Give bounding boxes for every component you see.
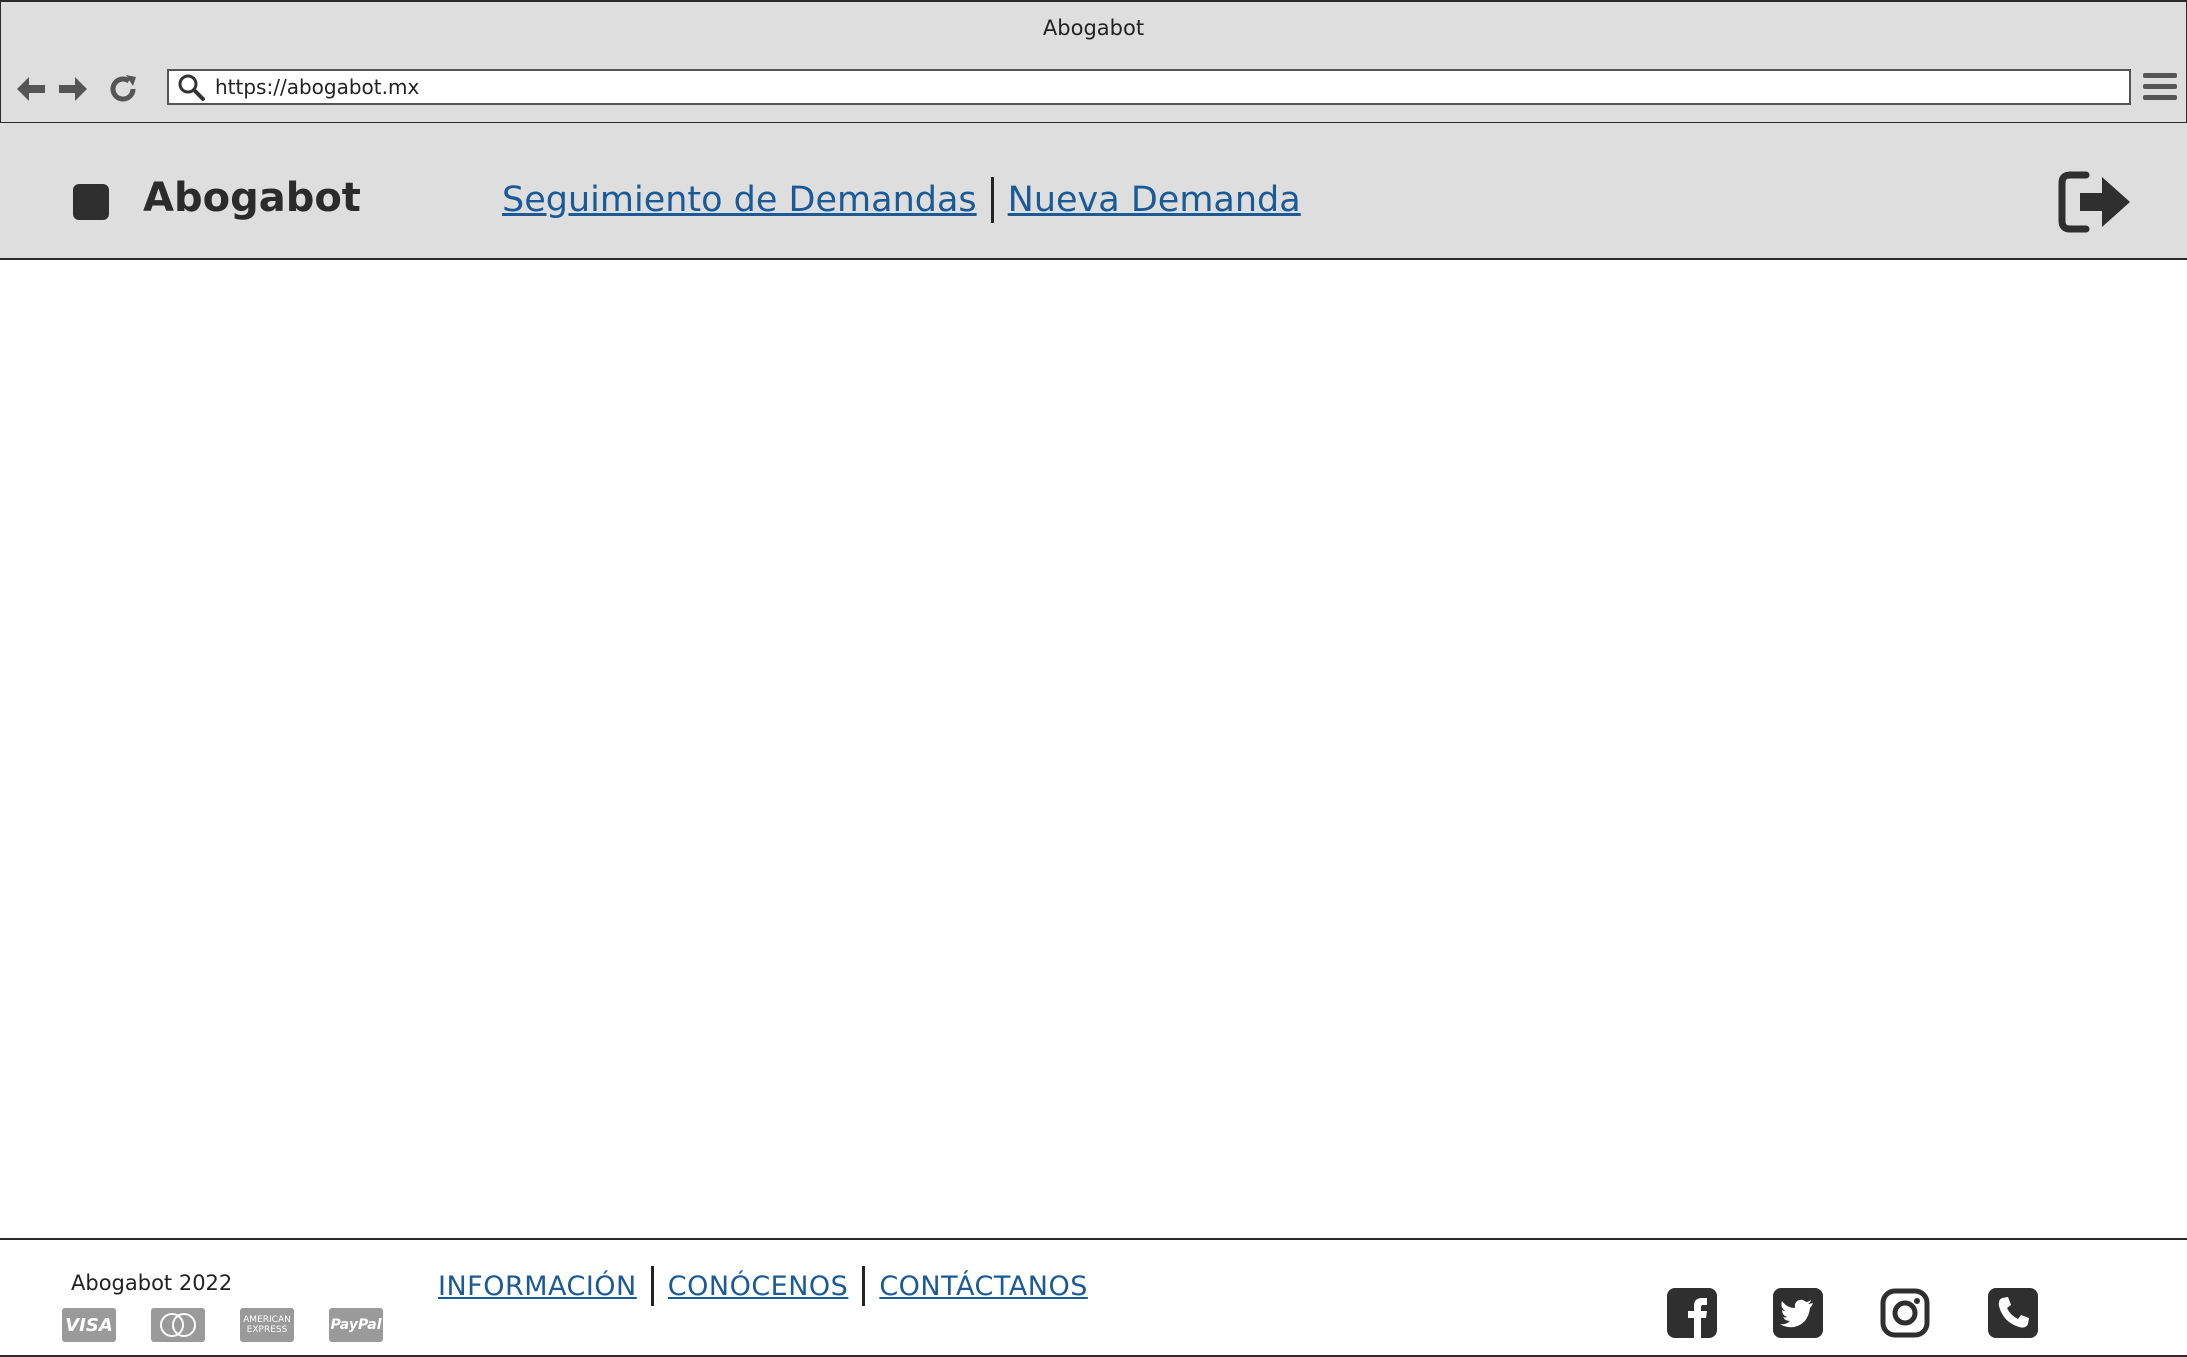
main-nav: Seguimiento de Demandas Nueva Demanda (502, 177, 1301, 223)
phone-icon[interactable] (1988, 1288, 2038, 1338)
site-footer: Abogabot 2022 VISA AMERICAN EXPRESS PayP… (0, 1238, 2187, 1357)
footer-divider (650, 1266, 654, 1306)
footer-conocenos-link[interactable]: CONÓCENOS (668, 1271, 849, 1302)
paypal-icon: PayPal (329, 1308, 383, 1342)
site-header: Abogabot Seguimiento de Demandas Nueva D… (0, 123, 2187, 260)
arrow-right-icon (59, 77, 87, 101)
visa-icon: VISA (62, 1308, 116, 1342)
browser-menu-button[interactable] (2143, 73, 2177, 105)
twitter-icon[interactable] (1773, 1288, 1823, 1338)
amex-icon: AMERICAN EXPRESS (240, 1308, 294, 1342)
payment-methods: VISA AMERICAN EXPRESS PayPal (62, 1308, 418, 1342)
menu-line (2143, 95, 2177, 100)
sign-out-icon (2058, 171, 2130, 233)
copyright-text: Abogabot 2022 (71, 1271, 233, 1295)
footer-divider (862, 1266, 866, 1306)
nav-divider (990, 177, 994, 223)
instagram-icon[interactable] (1880, 1288, 1930, 1338)
url-input[interactable] (209, 72, 2129, 102)
logo-icon (73, 184, 109, 220)
window-title: Abogabot (1042, 16, 1145, 40)
footer-contactanos-link[interactable]: CONTÁCTANOS (879, 1271, 1088, 1302)
arrow-left-icon (17, 77, 45, 101)
browser-titlebar: Abogabot (0, 0, 2187, 55)
logout-button[interactable] (2058, 171, 2134, 233)
footer-nav: INFORMACIÓN CONÓCENOS CONTÁCTANOS (438, 1266, 1088, 1306)
forward-button[interactable] (55, 71, 91, 107)
address-bar[interactable] (167, 69, 2131, 105)
nav-nueva-demanda-link[interactable]: Nueva Demanda (1008, 180, 1301, 220)
brand-name: Abogabot (143, 175, 361, 221)
reload-icon (110, 75, 136, 102)
facebook-icon[interactable] (1667, 1288, 1717, 1338)
menu-line (2143, 73, 2177, 78)
reload-button[interactable] (105, 71, 141, 107)
footer-informacion-link[interactable]: INFORMACIÓN (438, 1271, 637, 1302)
menu-line (2143, 84, 2177, 89)
back-button[interactable] (13, 71, 49, 107)
browser-toolbar (0, 53, 2187, 123)
nav-seguimiento-link[interactable]: Seguimiento de Demandas (502, 180, 977, 220)
mastercard-icon (151, 1308, 205, 1342)
search-icon (173, 71, 209, 103)
